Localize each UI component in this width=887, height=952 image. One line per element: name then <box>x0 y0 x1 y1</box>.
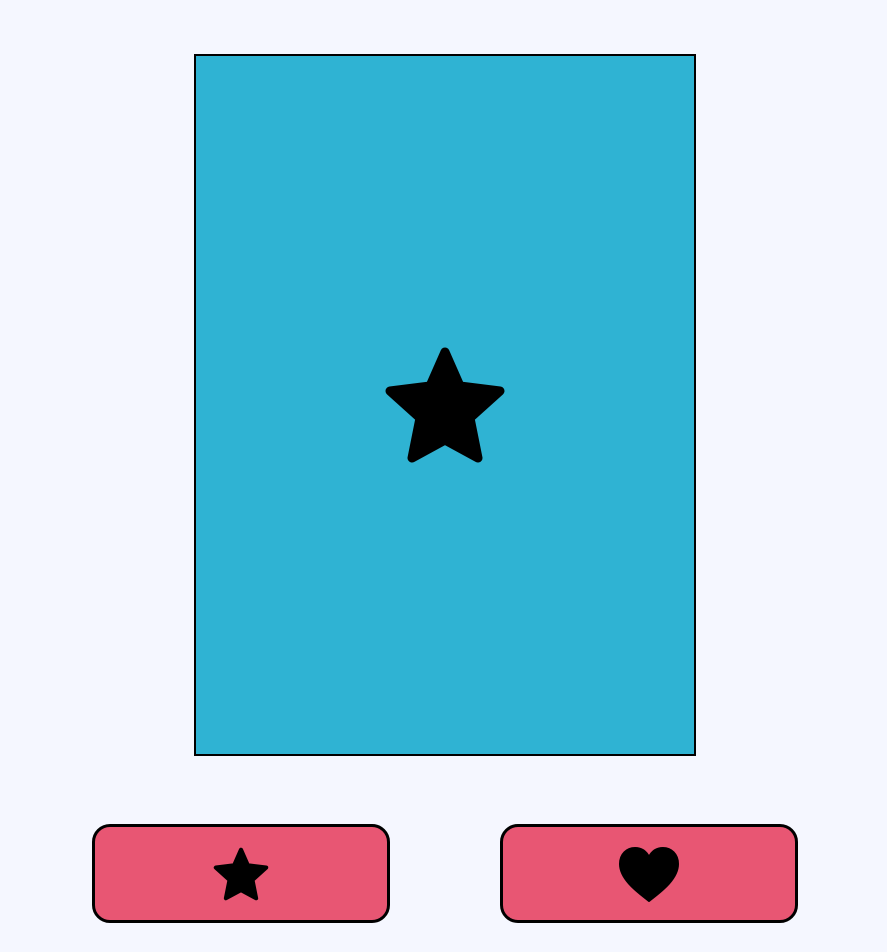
heart-choice-button[interactable] <box>500 824 798 923</box>
symbol-card <box>194 54 696 756</box>
heart-icon <box>619 846 679 902</box>
star-choice-button[interactable] <box>92 824 390 923</box>
star-icon <box>385 347 505 463</box>
star-icon <box>213 847 269 900</box>
